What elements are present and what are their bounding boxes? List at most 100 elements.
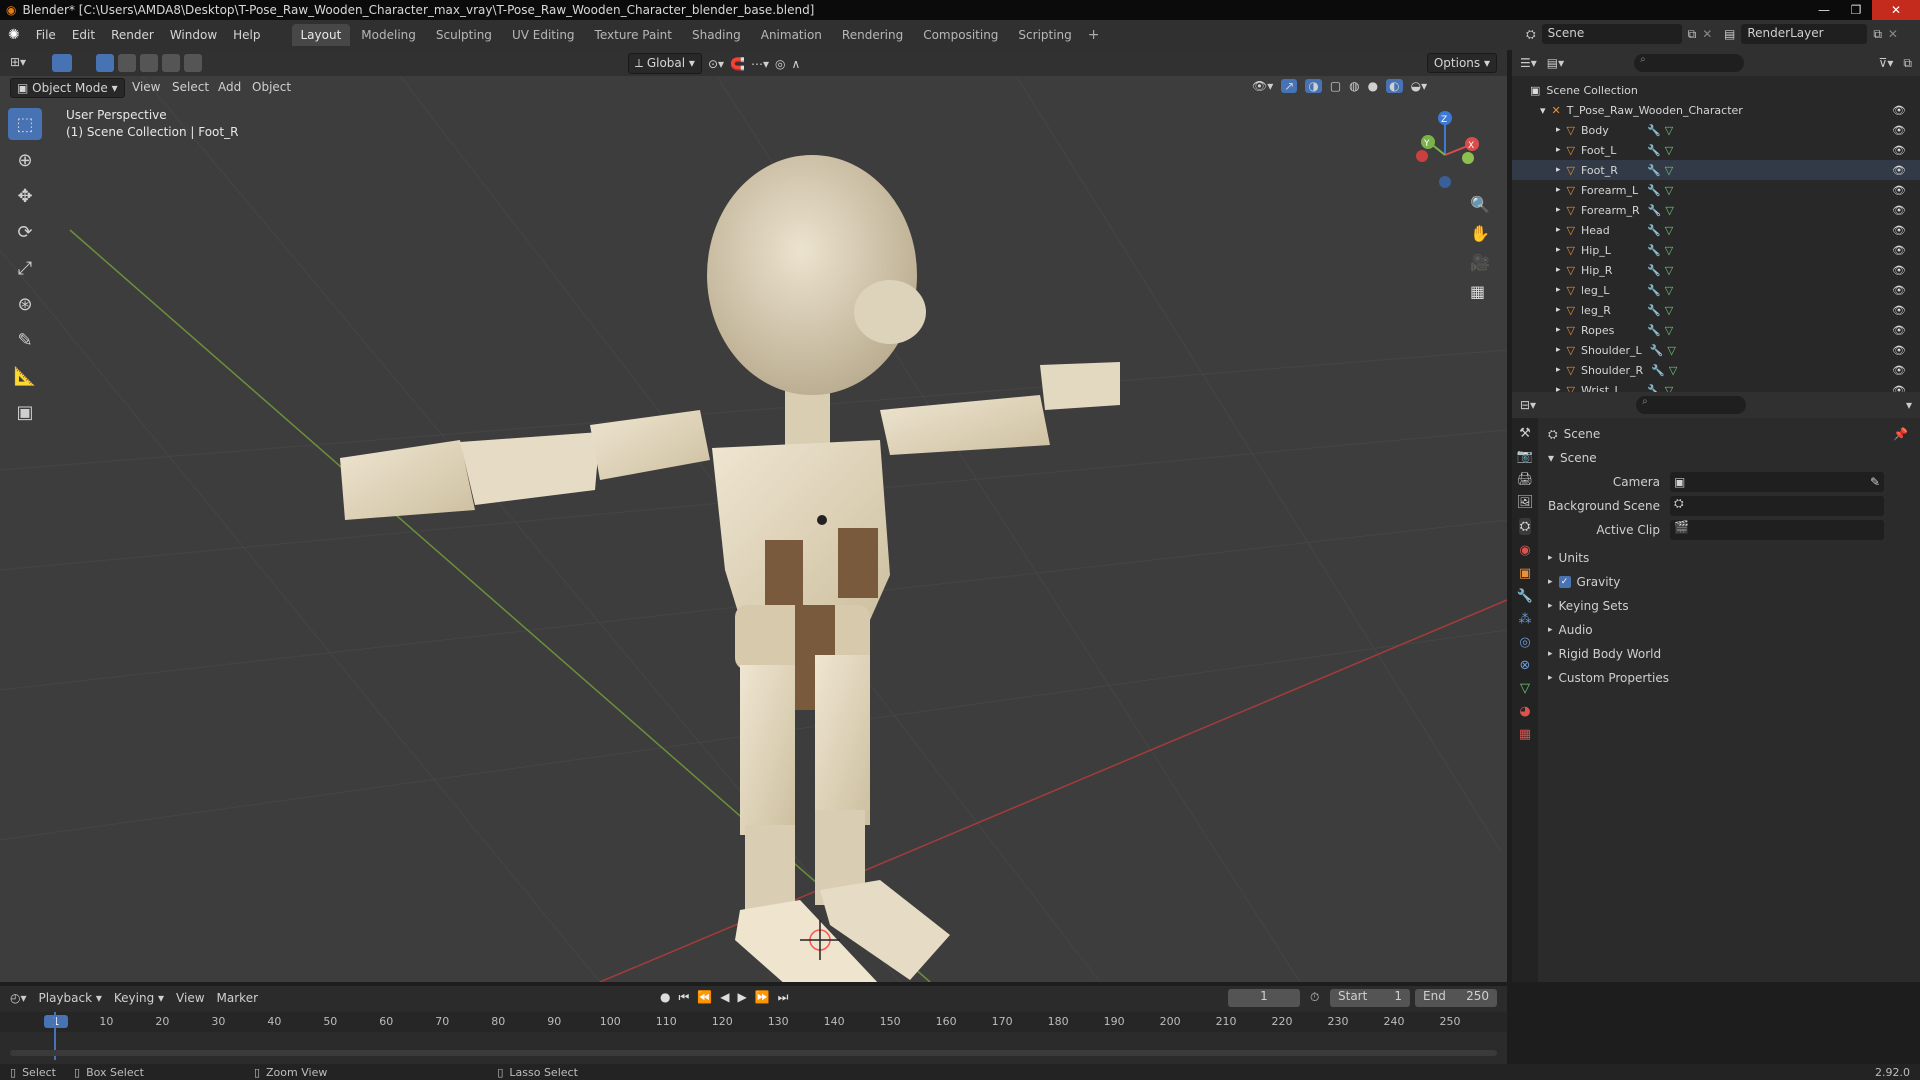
- annotate-tool-icon[interactable]: ✎: [8, 324, 42, 356]
- new-collection-icon[interactable]: ⧉: [1903, 56, 1912, 71]
- box-select-subtract-icon[interactable]: [140, 54, 158, 72]
- end-frame-field[interactable]: End 250: [1415, 989, 1497, 1007]
- expand-icon[interactable]: ▸: [1556, 265, 1561, 275]
- background-scene-field[interactable]: ⛭: [1670, 496, 1884, 516]
- pin-icon[interactable]: 📌: [1893, 427, 1908, 441]
- ortho-grid-icon[interactable]: ▦: [1470, 282, 1490, 301]
- menu-edit[interactable]: Edit: [64, 28, 103, 42]
- expand-icon[interactable]: ▾: [1540, 104, 1546, 117]
- expand-icon[interactable]: ▸: [1556, 345, 1561, 355]
- menu-marker[interactable]: Marker: [217, 991, 258, 1005]
- maximize-icon[interactable]: ❐: [1840, 0, 1872, 20]
- outliner-item[interactable]: ▸ ▽ Shoulder_R 🔧 ▽ 👁: [1512, 360, 1920, 380]
- move-tool-icon[interactable]: ✥: [8, 180, 42, 212]
- zoom-icon[interactable]: 🔍: [1470, 195, 1490, 214]
- options-dropdown[interactable]: Options ▾: [1426, 53, 1497, 73]
- close-icon[interactable]: ✕: [1872, 0, 1920, 20]
- outliner-item[interactable]: ▸ ▽ Forearm_R 🔧 ▽ 👁: [1512, 200, 1920, 220]
- expand-icon[interactable]: ▸: [1556, 125, 1561, 135]
- expand-icon[interactable]: ▸: [1556, 285, 1561, 295]
- scale-tool-icon[interactable]: ⤢: [8, 252, 42, 284]
- section-gravity[interactable]: ▸ ✓ Gravity: [1540, 570, 1916, 594]
- physics-tab-icon[interactable]: ◎: [1519, 635, 1530, 650]
- outliner-item[interactable]: ▸ ▽ leg_R 🔧 ▽ 👁: [1512, 300, 1920, 320]
- visibility-eye-icon[interactable]: 👁: [1892, 344, 1906, 357]
- tab-scripting[interactable]: Scripting: [1009, 24, 1080, 46]
- jump-end-icon[interactable]: ⏭: [778, 990, 789, 1005]
- transform-tool-icon[interactable]: ⊛: [8, 288, 42, 320]
- expand-icon[interactable]: ▸: [1556, 165, 1561, 175]
- navigation-gizmo[interactable]: Z X Y: [1410, 110, 1480, 190]
- output-tab-icon[interactable]: 🖨: [1517, 472, 1534, 487]
- menu-playback[interactable]: Playback ▾: [39, 991, 102, 1005]
- transform-orientation-dropdown[interactable]: ⟂ Global ▾: [628, 53, 702, 74]
- properties-search-input[interactable]: ⌕: [1636, 396, 1747, 414]
- outliner-item[interactable]: ▸ ▽ Forearm_L 🔧 ▽ 👁: [1512, 180, 1920, 200]
- world-tab-icon[interactable]: ◉: [1519, 543, 1530, 558]
- visibility-eye-icon[interactable]: 👁: [1892, 224, 1906, 237]
- visibility-eye-icon[interactable]: 👁: [1892, 124, 1906, 137]
- box-select-invert-icon[interactable]: [162, 54, 180, 72]
- tool-tab-icon[interactable]: ⚒: [1519, 426, 1531, 441]
- outliner-collection[interactable]: ▾ ✕ T_Pose_Raw_Wooden_Character 👁: [1512, 100, 1920, 120]
- renderlayer-field[interactable]: RenderLayer: [1741, 24, 1868, 44]
- eyedropper-icon[interactable]: ✎: [1870, 475, 1880, 489]
- delete-scene-icon[interactable]: ✕: [1702, 27, 1712, 41]
- outliner-item[interactable]: ▸ ▽ Ropes 🔧 ▽ 👁: [1512, 320, 1920, 340]
- menu-help[interactable]: Help: [225, 28, 268, 42]
- add-workspace-icon[interactable]: +: [1082, 27, 1106, 43]
- outliner-item[interactable]: ▸ ▽ Foot_L 🔧 ▽ 👁: [1512, 140, 1920, 160]
- visibility-eye-icon[interactable]: 👁: [1892, 204, 1906, 217]
- play-icon[interactable]: ▶: [737, 990, 746, 1005]
- editor-type-icon[interactable]: ⊞▾: [10, 55, 26, 69]
- section-units[interactable]: ▸ Units: [1540, 546, 1916, 570]
- pan-hand-icon[interactable]: ✋: [1470, 224, 1490, 243]
- cursor-tool-icon[interactable]: ⊕: [8, 144, 42, 176]
- outliner-item[interactable]: ▸ ▽ Foot_R 🔧 ▽ 👁: [1512, 160, 1920, 180]
- menu-timeline-view[interactable]: View: [176, 991, 204, 1005]
- play-reverse-icon[interactable]: ◀: [720, 990, 729, 1005]
- material-tab-icon[interactable]: ◕: [1519, 704, 1530, 719]
- tab-animation[interactable]: Animation: [752, 24, 831, 46]
- pivot-point-icon[interactable]: ⊙▾: [708, 57, 724, 71]
- camera-field[interactable]: ▣ ✎: [1670, 472, 1884, 492]
- outliner-search-input[interactable]: ⌕: [1634, 54, 1745, 72]
- display-mode-icon[interactable]: ▤▾: [1547, 56, 1564, 70]
- start-frame-field[interactable]: Start 1: [1330, 989, 1410, 1007]
- new-renderlayer-icon[interactable]: ⧉: [1873, 27, 1882, 42]
- tab-uv-editing[interactable]: UV Editing: [503, 24, 584, 46]
- outliner-item[interactable]: ▸ ▽ Shoulder_L 🔧 ▽ 👁: [1512, 340, 1920, 360]
- tab-layout[interactable]: Layout: [291, 24, 351, 46]
- particles-tab-icon[interactable]: ⁂: [1519, 612, 1532, 627]
- visibility-eye-icon[interactable]: 👁: [1892, 104, 1906, 117]
- new-scene-icon[interactable]: ⧉: [1688, 27, 1697, 42]
- section-rigid-body-world[interactable]: ▸ Rigid Body World: [1540, 642, 1916, 666]
- wireframe-shading-icon[interactable]: ◍: [1349, 79, 1359, 93]
- proportional-edit-icon[interactable]: ◎: [775, 57, 785, 71]
- visibility-eye-icon[interactable]: 👁: [1892, 364, 1906, 377]
- outliner-root[interactable]: ▣ Scene Collection: [1512, 80, 1920, 100]
- outliner-item[interactable]: ▸ ▽ Hip_L 🔧 ▽ 👁: [1512, 240, 1920, 260]
- preview-range-icon[interactable]: ⏱: [1310, 990, 1319, 1005]
- rotate-tool-icon[interactable]: ⟳: [8, 216, 42, 248]
- scene-icon[interactable]: ⛭: [1526, 27, 1536, 42]
- menu-add[interactable]: Add: [218, 80, 241, 94]
- filter-icon[interactable]: ⊽▾: [1879, 56, 1894, 70]
- section-audio[interactable]: ▸ Audio: [1540, 618, 1916, 642]
- minimize-icon[interactable]: —: [1808, 0, 1840, 20]
- tab-rendering[interactable]: Rendering: [833, 24, 912, 46]
- expand-icon[interactable]: ▸: [1556, 245, 1561, 255]
- prev-keyframe-icon[interactable]: ⏪: [697, 990, 712, 1005]
- menu-render[interactable]: Render: [103, 28, 162, 42]
- texture-tab-icon[interactable]: ▦: [1519, 727, 1531, 742]
- outliner-item[interactable]: ▸ ▽ leg_L 🔧 ▽ 👁: [1512, 280, 1920, 300]
- visibility-eye-icon[interactable]: 👁: [1892, 184, 1906, 197]
- material-shading-icon[interactable]: ◐: [1386, 79, 1403, 93]
- expand-icon[interactable]: ▸: [1556, 205, 1561, 215]
- menu-window[interactable]: Window: [162, 28, 225, 42]
- record-icon[interactable]: ●: [660, 990, 670, 1005]
- visibility-eye-icon[interactable]: 👁: [1892, 284, 1906, 297]
- blender-menu-icon[interactable]: ✺: [0, 27, 28, 43]
- data-tab-icon[interactable]: ▽: [1520, 681, 1530, 696]
- gravity-checkbox[interactable]: ✓: [1558, 576, 1571, 588]
